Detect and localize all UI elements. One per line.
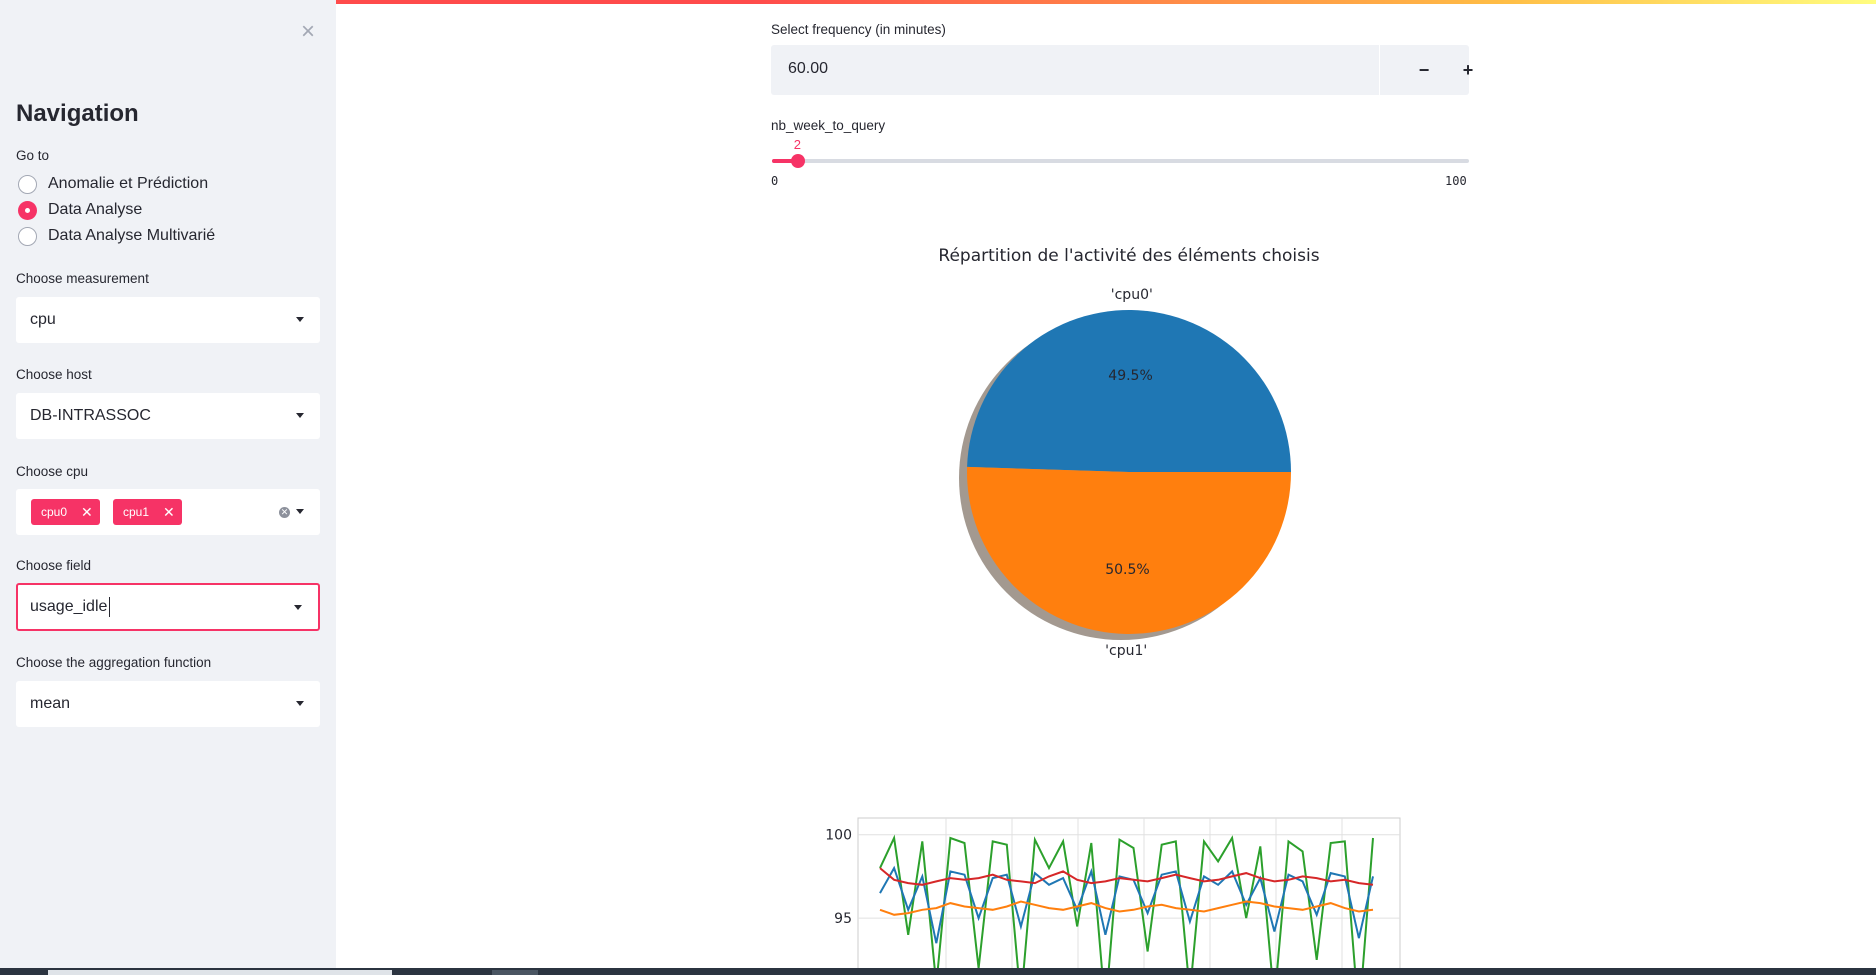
radio-label: Anomalie et Prédiction [48, 175, 209, 192]
slider-thumb[interactable] [790, 154, 805, 168]
frequency-label: Select frequency (in minutes) [771, 22, 946, 37]
chevron-down-icon[interactable] [296, 509, 304, 514]
goto-label: Go to [16, 148, 50, 163]
radio-data-analyse-multivarie[interactable]: Data Analyse Multivarié [18, 225, 215, 247]
slider-max: 100 [1445, 174, 1467, 188]
field-label: Choose field [16, 558, 92, 573]
slider-track[interactable] [772, 159, 1469, 163]
aggregation-label: Choose the aggregation function [16, 655, 212, 670]
pie-pct-label: 50.5% [1105, 562, 1149, 578]
pie-slice [967, 466, 1291, 635]
radio-circle-icon [18, 174, 37, 194]
pie-category-label: 'cpu0' [1111, 287, 1153, 303]
radio-circle-icon [18, 226, 37, 246]
decrement-button[interactable]: − [1401, 45, 1447, 95]
tag-label: cpu1 [123, 505, 150, 519]
divider [1379, 45, 1380, 95]
bottom-scrollbar[interactable] [0, 968, 1876, 975]
tag-label: cpu0 [41, 505, 68, 519]
measurement-label: Choose measurement [16, 271, 149, 286]
measurement-select[interactable]: cpu [16, 297, 320, 343]
chevron-down-icon[interactable] [294, 605, 302, 610]
pie-category-label: 'cpu1' [1105, 643, 1147, 659]
weeks-label: nb_week_to_query [771, 118, 886, 133]
frequency-value: 60.00 [788, 60, 829, 77]
pie-title: Répartition de l'activité des éléments c… [938, 246, 1319, 266]
close-icon[interactable]: × [296, 20, 320, 44]
cpu-label: Choose cpu [16, 464, 89, 479]
increment-button[interactable]: + [1445, 45, 1491, 95]
tag-cpu1: cpu1 ✕ [113, 499, 182, 525]
chevron-down-icon[interactable] [296, 701, 304, 706]
field-select[interactable]: usage_idle [16, 583, 320, 631]
slider-current-value: 2 [793, 137, 801, 152]
scrollbar-segment [492, 970, 538, 975]
host-label: Choose host [16, 367, 92, 382]
host-select[interactable]: DB-INTRASSOC [16, 393, 320, 439]
tag-remove-icon[interactable]: ✕ [81, 504, 93, 521]
slider-min: 0 [771, 174, 779, 188]
chevron-down-icon[interactable] [296, 413, 304, 418]
line-chart: 1009590 [825, 817, 1401, 968]
sidebar: × Navigation Go to Anomalie et Prédictio… [0, 0, 336, 968]
aggregation-value: mean [30, 695, 71, 712]
pie-pct-label: 49.5% [1108, 368, 1152, 384]
y-tick-label: 95 [834, 911, 852, 927]
text-cursor [109, 597, 111, 617]
nav-title: Navigation [16, 100, 139, 127]
pie-slice [967, 310, 1291, 472]
radio-data-analyse[interactable]: Data Analyse [18, 199, 142, 221]
chevron-down-icon[interactable] [296, 317, 304, 322]
pie-chart: Répartition de l'activité des éléments c… [938, 246, 1319, 659]
tag-remove-icon[interactable]: ✕ [163, 504, 175, 521]
measurement-value: cpu [30, 311, 56, 328]
radio-label: Data Analyse [48, 201, 143, 218]
field-value: usage_idle [30, 598, 108, 615]
y-tick-label: 100 [825, 828, 852, 844]
clear-icon[interactable]: ✕ [279, 507, 290, 518]
radio-anomalie[interactable]: Anomalie et Prédiction [18, 173, 208, 195]
tag-cpu0: cpu0 ✕ [31, 499, 100, 525]
cpu-multiselect[interactable]: cpu0 ✕ cpu1 ✕ ✕ [16, 489, 320, 535]
radio-selected-icon [18, 200, 37, 220]
frequency-input[interactable]: 60.00 − + [771, 45, 1473, 95]
radio-label: Data Analyse Multivarié [48, 227, 216, 244]
scrollbar-thumb[interactable] [48, 970, 392, 975]
host-value: DB-INTRASSOC [30, 407, 151, 424]
aggregation-select[interactable]: mean [16, 681, 320, 727]
